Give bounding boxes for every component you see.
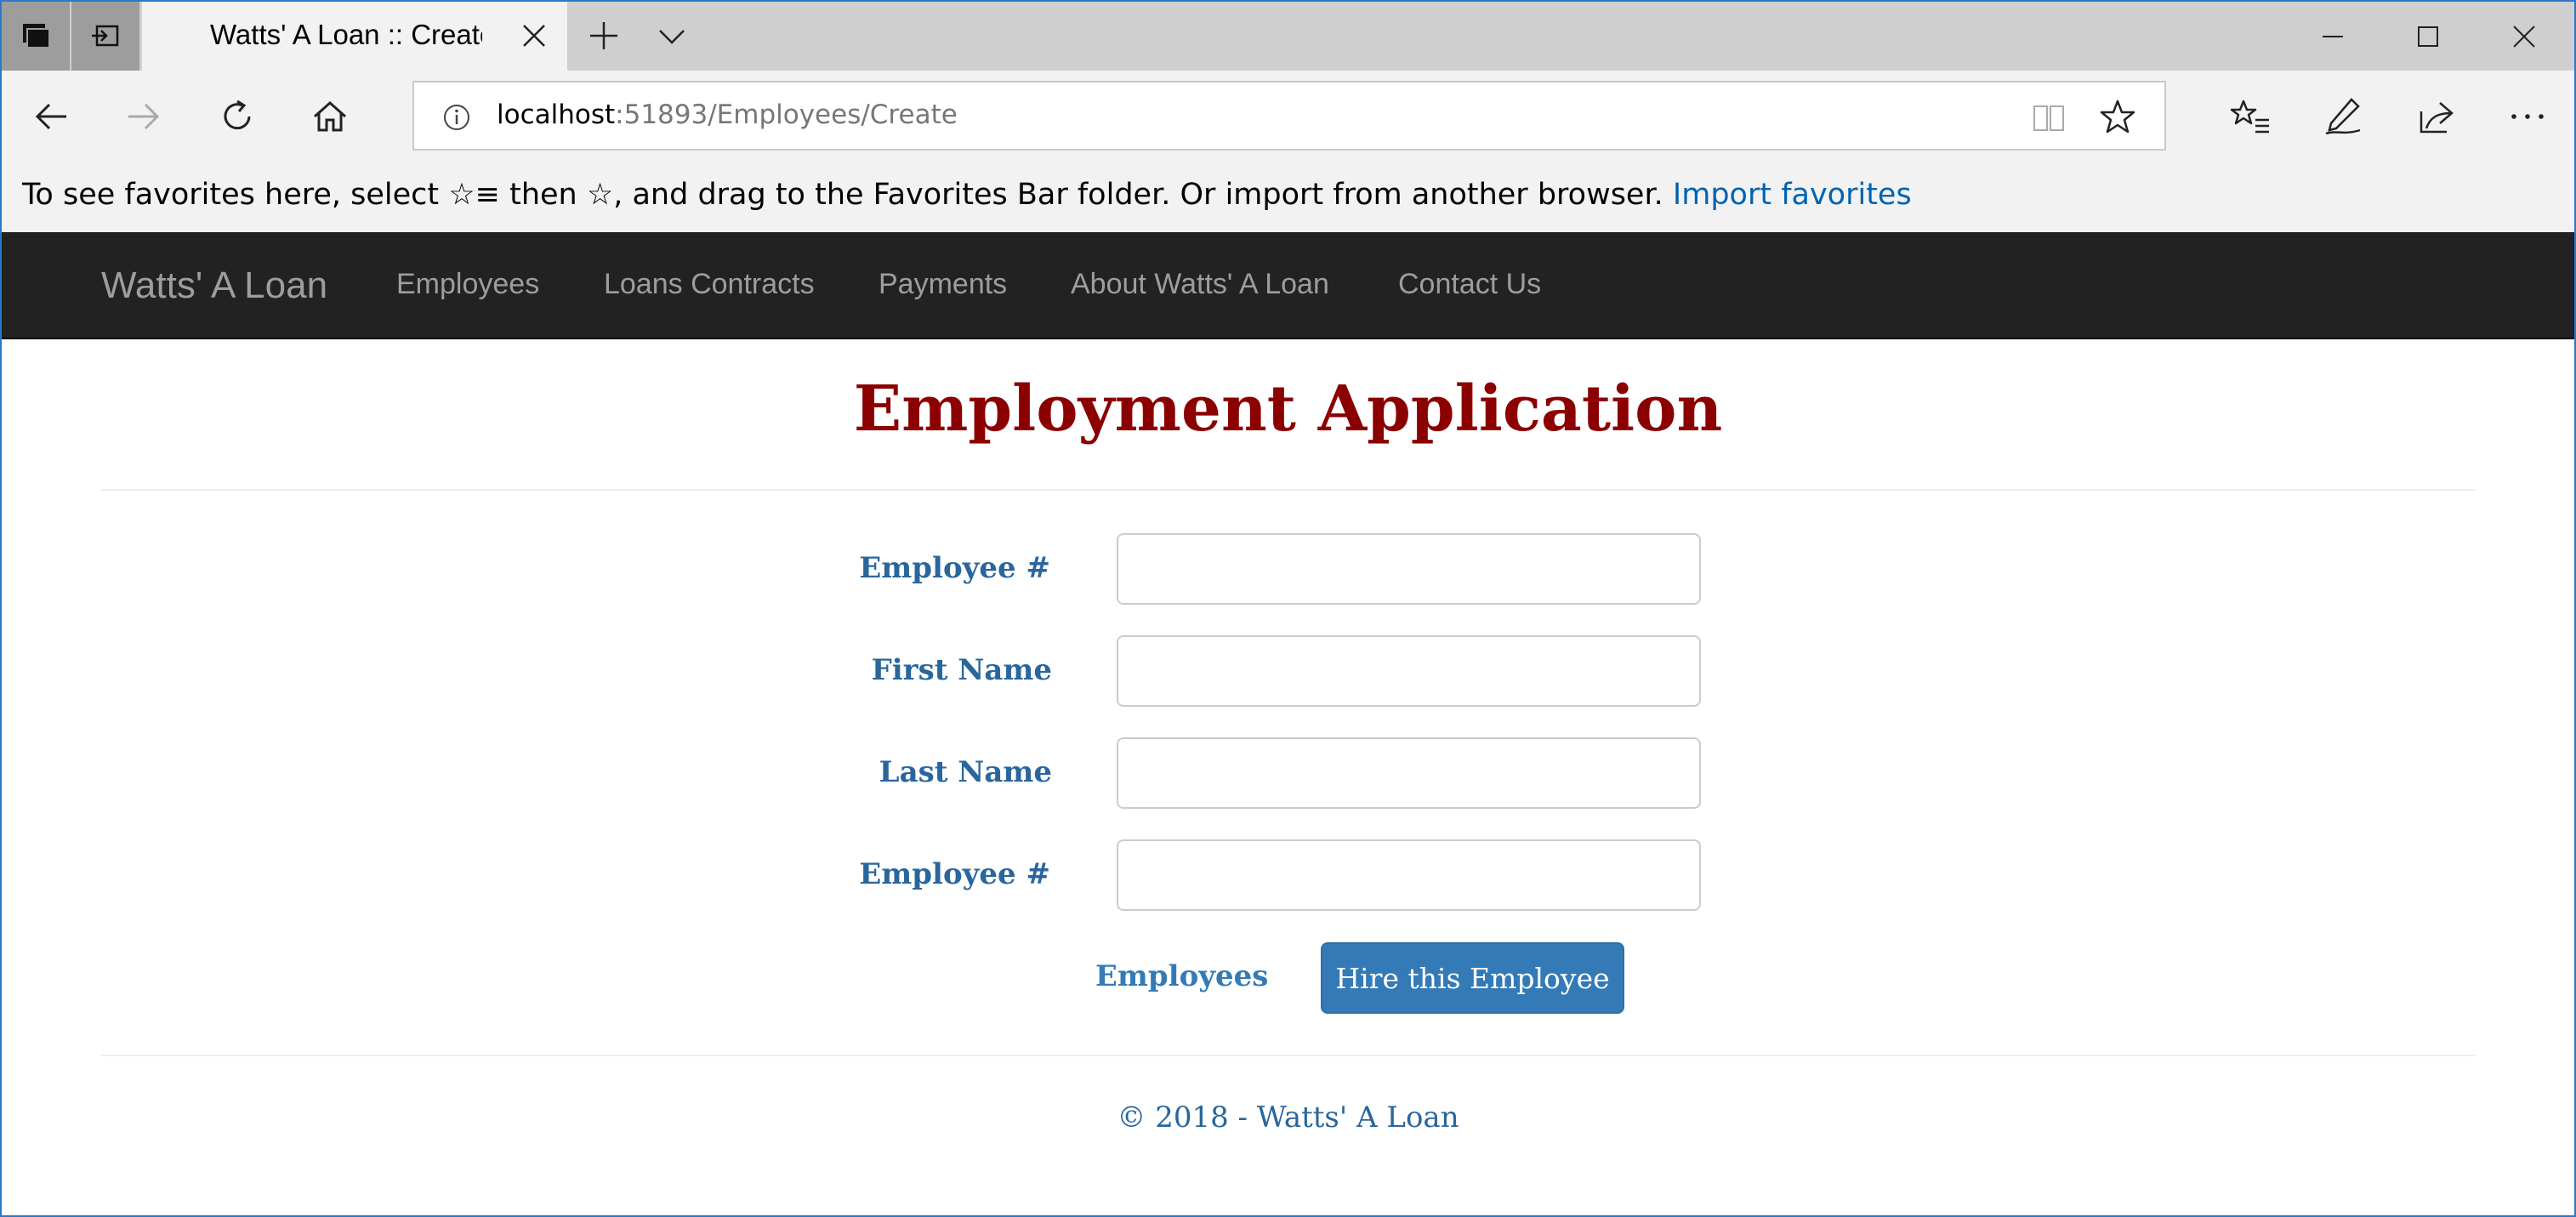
url-host: localhost — [497, 100, 616, 130]
tabs-aside-icon — [23, 23, 50, 48]
pen-icon[interactable] — [2323, 96, 2363, 137]
footer-copyright: © 2018 - Watts' A Loan — [1117, 1100, 1459, 1135]
tab-groups-button[interactable] — [2, 2, 70, 71]
last-name-input[interactable] — [1117, 737, 1701, 809]
close-icon — [2513, 25, 2535, 48]
nav-link-employees[interactable]: Employees — [396, 268, 539, 301]
browser-toolbar: localhost:51893/Employees/Create — [2, 71, 2574, 162]
home-icon[interactable] — [310, 96, 350, 137]
page-title: Employment Application — [853, 372, 1723, 446]
import-favorites-link[interactable]: Import favorites — [1673, 178, 1912, 212]
tab-strip: Watts' A Loan :: Create E — [2, 2, 2574, 71]
minimize-icon — [2323, 35, 2343, 37]
url-text: localhost:51893/Employees/Create — [497, 100, 958, 130]
tab-title: Watts' A Loan :: Create E — [210, 19, 482, 50]
favorite-star-icon[interactable] — [2099, 98, 2136, 135]
nav-link-loans-contracts[interactable]: Loans Contracts — [604, 268, 815, 301]
divider — [101, 489, 2476, 491]
window-close-button[interactable] — [2476, 2, 2572, 71]
active-tab[interactable]: Watts' A Loan :: Create E — [142, 2, 567, 71]
favorites-hub-icon[interactable] — [2230, 96, 2271, 137]
favorites-hint-text-2: then ☆, and drag to the Favorites Bar fo… — [499, 178, 1673, 212]
brand-link[interactable]: Watts' A Loan — [101, 264, 327, 307]
reading-view-icon[interactable] — [2031, 100, 2067, 135]
url-path: :51893/Employees/Create — [615, 100, 958, 130]
first-name-label: First Name — [871, 653, 1052, 687]
share-icon[interactable] — [2414, 96, 2455, 137]
favorites-list-icon: ☆≡ — [448, 178, 500, 212]
chevron-down-icon[interactable] — [655, 19, 689, 53]
refresh-icon[interactable] — [217, 96, 258, 137]
set-aside-icon — [92, 25, 119, 46]
close-icon[interactable] — [519, 20, 549, 51]
back-arrow-icon[interactable] — [31, 96, 71, 137]
favorites-hint-text: To see favorites here, select — [22, 178, 449, 212]
site-navbar: Watts' A Loan Employees Loans Contracts … — [2, 232, 2574, 339]
employee-number-label: Employee # — [859, 551, 1050, 585]
maximize-button[interactable] — [2380, 2, 2476, 71]
first-name-input[interactable] — [1117, 635, 1701, 707]
hire-employee-button[interactable]: Hire this Employee — [1321, 942, 1624, 1014]
minimize-button[interactable] — [2285, 2, 2380, 71]
favorites-hint: To see favorites here, select ☆≡ then ☆,… — [22, 178, 1912, 212]
address-bar[interactable]: localhost:51893/Employees/Create — [412, 81, 2166, 151]
nav-link-contact[interactable]: Contact Us — [1398, 268, 1541, 301]
favorites-bar: To see favorites here, select ☆≡ then ☆,… — [2, 162, 2574, 232]
nav-link-payments[interactable]: Payments — [879, 268, 1007, 301]
maximize-icon — [2418, 26, 2438, 47]
employee-number-label-2: Employee # — [859, 857, 1050, 891]
more-icon[interactable] — [2507, 96, 2548, 137]
last-name-label: Last Name — [879, 755, 1052, 789]
employee-number-input[interactable] — [1117, 533, 1701, 605]
nav-link-about[interactable]: About Watts' A Loan — [1071, 268, 1329, 301]
employees-link[interactable]: Employees — [1095, 959, 1268, 993]
forward-arrow-icon[interactable] — [123, 96, 164, 137]
employee-number-input-2[interactable] — [1117, 839, 1701, 911]
new-tab-icon[interactable] — [587, 19, 621, 53]
footer-divider — [101, 1055, 2476, 1056]
set-tabs-aside-button[interactable] — [71, 2, 139, 71]
info-icon[interactable] — [442, 103, 471, 132]
